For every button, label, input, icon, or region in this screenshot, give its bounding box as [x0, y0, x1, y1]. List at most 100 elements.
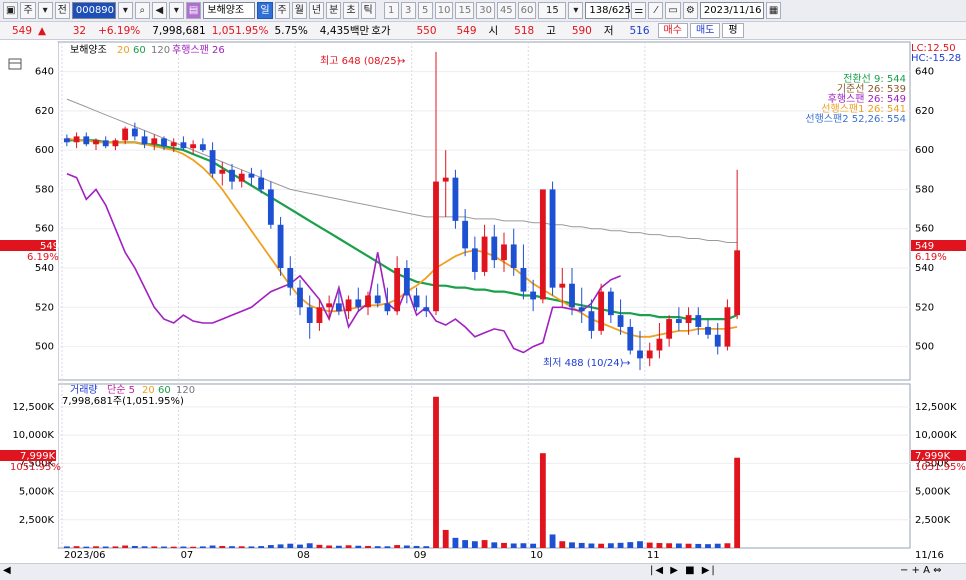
ichimoku-legend: 전환선 9: 544기준선 26: 539후행스팬 26: 549선행스팬1 2… [805, 73, 906, 125]
candle-body [374, 295, 381, 304]
data-count-field[interactable]: 138/625 [585, 2, 631, 19]
candle-body [93, 140, 99, 145]
field-select[interactable]: 전 [54, 2, 70, 19]
sell-button[interactable]: 매도 [689, 23, 721, 38]
legend-lagging: 후행스팬 26 [172, 44, 225, 56]
high-price: 590 [571, 24, 592, 37]
volume-pct: 1,051.95% [211, 24, 269, 37]
minute-btn-1[interactable]: 1 [383, 2, 399, 19]
up-triangle-icon: ▲ [38, 24, 47, 37]
candle-body [209, 150, 216, 174]
minute-btn-60[interactable]: 60 [517, 2, 537, 19]
indicator-icon[interactable]: ⚌ [631, 2, 647, 19]
low-label: 저 [603, 25, 614, 37]
volume-bar [287, 543, 294, 548]
candle-body [102, 140, 109, 147]
high-arrow-icon: → [397, 56, 405, 67]
volume-bar [345, 545, 352, 548]
volume-bar [374, 546, 381, 548]
period-tab-minute[interactable]: 분 [326, 2, 342, 19]
stock-name-field: 보해양조 [203, 2, 256, 19]
period-tab-year[interactable]: 년 [308, 2, 325, 19]
volume-bar [297, 544, 303, 548]
candle-body [131, 128, 138, 137]
x-tick-label: 10 [530, 550, 543, 561]
candle-body [267, 189, 274, 225]
candle-body [656, 338, 663, 351]
minute-btn-10[interactable]: 10 [434, 2, 454, 19]
volume-bar [714, 543, 721, 548]
price-tick-left: 560 [35, 224, 54, 235]
period-select[interactable]: 주 [20, 2, 36, 19]
period-tab-week[interactable]: 주 [274, 2, 290, 19]
volume-bars [63, 396, 741, 548]
menu-dropdown-icon[interactable]: ▾ [168, 2, 184, 19]
even-button[interactable]: 평 [722, 23, 744, 38]
stock-code-input[interactable]: 000890 [71, 2, 116, 19]
dropdown-icon[interactable]: ▾ [37, 2, 53, 19]
high-label: 고 [546, 25, 556, 37]
volume-bar [617, 542, 624, 548]
price-tick-right: 580 [915, 184, 934, 195]
candle-body [481, 236, 488, 272]
minute-btn-5[interactable]: 5 [417, 2, 433, 19]
zoom-controls[interactable]: − + A ⇔ [900, 565, 942, 576]
scroll-bar[interactable]: ◀ |◀ ▶ ■ ▶| − + A ⇔ [0, 563, 966, 580]
minute-dropdown-icon[interactable]: ▾ [568, 2, 584, 19]
code-dropdown-icon[interactable]: ▾ [117, 2, 133, 19]
volume-bar [384, 546, 391, 548]
ma120-line [66, 98, 738, 243]
search-icon[interactable]: ⌕ [134, 2, 150, 19]
minute-btn-15[interactable]: 15 [455, 2, 475, 19]
bookmark-icon[interactable]: ▤ [185, 2, 202, 19]
period-tab-month[interactable]: 월 [291, 2, 307, 19]
volume-bar [695, 543, 702, 548]
candle-body [345, 299, 352, 312]
chart-type-icon[interactable]: ▣ [3, 2, 19, 19]
volume-bar [452, 537, 459, 548]
period-tab-second[interactable]: 초 [343, 2, 359, 19]
candle-body [695, 315, 702, 327]
minute-btn-3[interactable]: 3 [400, 2, 416, 19]
volume-tick-left: 12,500K [12, 402, 54, 413]
scroll-left-icon[interactable]: ◀ [3, 565, 11, 576]
candle-body [141, 136, 148, 145]
volume-bar [607, 543, 614, 548]
legend-ma120: 120 [151, 45, 170, 56]
buy-button[interactable]: 매수 [657, 23, 688, 38]
date-field[interactable]: 2023/11/16 [699, 2, 764, 19]
volume-bar [63, 546, 70, 548]
volume-bar [559, 541, 566, 548]
save-icon[interactable]: ▭ [665, 2, 681, 19]
calendar-icon[interactable]: ▦ [765, 2, 782, 19]
candle-body [365, 295, 371, 308]
gear-icon[interactable]: ⚙ [682, 2, 698, 19]
period-tab-day[interactable]: 일 [257, 2, 273, 19]
price-tick-left: 520 [35, 302, 54, 313]
candle-body [617, 315, 624, 327]
stock-chart[interactable]: 640 640 620 620 600 600 580 580 560 560 540 540 520 5… [0, 40, 966, 563]
ichimoku-legend-item: 선행스팬2 52,26: 554 [805, 113, 906, 125]
sound-icon[interactable]: ◀ [151, 2, 167, 19]
panel-menu-icon[interactable] [8, 58, 22, 70]
candle-body [335, 303, 342, 312]
amount-value: 4,435백만 [319, 25, 370, 37]
candle-body [355, 299, 362, 308]
minute-btn-30[interactable]: 30 [476, 2, 495, 19]
candle-body [297, 287, 303, 308]
nav-buttons[interactable]: |◀ ▶ ■ ▶| [650, 565, 717, 576]
period-tab-tick[interactable]: 틱 [360, 2, 376, 19]
volume-bar [306, 543, 313, 548]
volume-bar [423, 546, 430, 548]
volume-bar [666, 543, 673, 548]
candle-body [607, 291, 614, 316]
volume-value-line: 7,998,681주(1,051.95%) [62, 396, 184, 407]
minute-btn-45[interactable]: 45 [496, 2, 516, 19]
draw-line-icon[interactable]: ⁄ [648, 2, 664, 19]
moving-average-lines [66, 98, 738, 354]
ask-label: 호가 [371, 25, 391, 37]
right-vol-tag: 7,999K [915, 451, 951, 462]
minute-custom[interactable]: 15 [538, 2, 567, 19]
candle-body [501, 244, 507, 261]
volume-bar [316, 544, 323, 548]
